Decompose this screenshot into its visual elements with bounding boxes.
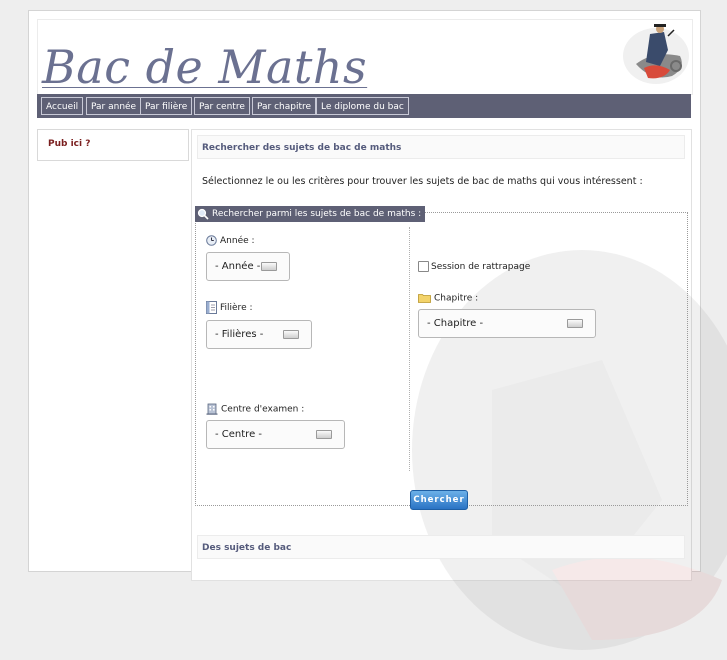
pub-label[interactable]: Pub ici ? bbox=[48, 139, 90, 149]
nav-par-annee[interactable]: Par année bbox=[86, 97, 142, 115]
sidebar: Pub ici ? bbox=[37, 129, 189, 161]
nav-par-centre[interactable]: Par centre bbox=[194, 97, 250, 115]
column-divider bbox=[409, 227, 410, 471]
clock-icon bbox=[206, 235, 217, 246]
filiere-select-value: - Filières - bbox=[215, 329, 264, 340]
chapitre-select-value: - Chapitre - bbox=[427, 318, 484, 329]
nav-accueil[interactable]: Accueil bbox=[41, 97, 84, 115]
dropdown-arrow-icon bbox=[316, 430, 332, 439]
filiere-select[interactable]: - Filières - bbox=[206, 320, 312, 349]
page-container: Bac de Maths Accueil Par année Par filiè… bbox=[28, 10, 727, 650]
folder-icon bbox=[418, 294, 431, 303]
document-icon bbox=[206, 301, 217, 314]
nav-diplome[interactable]: Le diplome du bac bbox=[316, 97, 409, 115]
centre-select[interactable]: - Centre - bbox=[206, 420, 345, 449]
chercher-button[interactable]: Chercher bbox=[410, 490, 468, 510]
site-title[interactable]: Bac de Maths bbox=[42, 40, 367, 94]
search-fieldset: Rechercher parmi les sujets de bac de ma… bbox=[195, 206, 688, 506]
nav-par-filiere[interactable]: Par filière bbox=[140, 97, 193, 115]
rattrapage-option[interactable]: Session de rattrapage bbox=[418, 261, 530, 272]
dropdown-arrow-icon bbox=[567, 319, 583, 328]
dropdown-arrow-icon bbox=[283, 330, 299, 339]
chapitre-label: Chapitre : bbox=[418, 293, 478, 304]
chapitre-label-text: Chapitre : bbox=[434, 293, 479, 304]
site-header: Bac de Maths bbox=[37, 19, 693, 95]
annee-select-value: - Année - bbox=[215, 261, 261, 272]
chapitre-select[interactable]: - Chapitre - bbox=[418, 309, 596, 338]
rattrapage-label: Session de rattrapage bbox=[431, 262, 531, 272]
intro-text: Sélectionnez le ou les critères pour tro… bbox=[202, 176, 643, 187]
filiere-label: Filière : bbox=[206, 301, 253, 314]
annee-label-text: Année : bbox=[220, 236, 255, 246]
annee-label: Année : bbox=[206, 235, 255, 246]
main-nav: Accueil Par année Par filière Par centre… bbox=[37, 94, 691, 118]
centre-label-text: Centre d'examen : bbox=[221, 404, 305, 415]
centre-select-value: - Centre - bbox=[215, 429, 263, 440]
graduate-logo-icon bbox=[623, 24, 689, 84]
rattrapage-checkbox[interactable] bbox=[418, 261, 429, 272]
search-legend: Rechercher parmi les sujets de bac de ma… bbox=[195, 206, 426, 222]
main-content: Rechercher des sujets de bac de maths Sé… bbox=[191, 129, 727, 650]
sujets-section-title: Des sujets de bac bbox=[197, 535, 685, 559]
building-icon bbox=[206, 403, 218, 415]
search-legend-text: Rechercher parmi les sujets de bac de ma… bbox=[212, 209, 422, 219]
nav-par-chapitre[interactable]: Par chapitre bbox=[252, 97, 317, 115]
dropdown-arrow-icon bbox=[261, 262, 277, 271]
search-section-title: Rechercher des sujets de bac de maths bbox=[197, 135, 685, 159]
annee-select[interactable]: - Année - bbox=[206, 252, 290, 281]
filiere-label-text: Filière : bbox=[220, 303, 253, 313]
search-icon bbox=[197, 208, 209, 220]
centre-label: Centre d'examen : bbox=[206, 403, 304, 415]
